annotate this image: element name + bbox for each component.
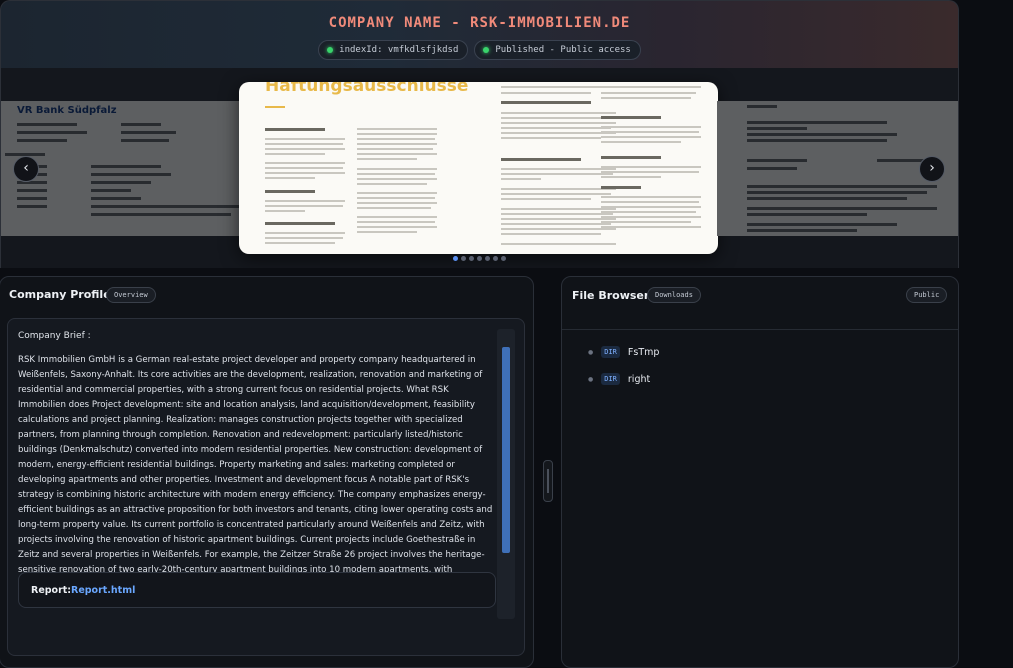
panel-resize-handle[interactable] bbox=[543, 460, 553, 502]
company-brief-card: Company Brief : RSK Immobilien GmbH is a… bbox=[7, 318, 525, 656]
carousel-dot[interactable] bbox=[493, 256, 498, 261]
file-browser-divider bbox=[562, 329, 958, 330]
report-box: Report: Report.html bbox=[18, 572, 496, 608]
document-heading: Haftungsausschlüsse bbox=[265, 82, 469, 96]
folder-icon: DIR bbox=[601, 373, 620, 385]
report-link[interactable]: Report.html bbox=[71, 585, 135, 596]
carousel-next-button[interactable]: › bbox=[919, 156, 945, 182]
tree-bullet-icon: ● bbox=[588, 348, 594, 356]
file-browser-title: File Browser bbox=[572, 289, 650, 302]
folder-icon: DIR bbox=[601, 346, 620, 358]
company-brief-label: Company Brief : bbox=[18, 331, 91, 341]
page-header: COMPANY NAME - RSK-IMMOBILIEN.DE indexId… bbox=[0, 0, 959, 69]
page-title: COMPANY NAME - RSK-IMMOBILIEN.DE bbox=[328, 15, 631, 31]
carousel-slide-prev[interactable]: VR Bank Südpfalz bbox=[1, 101, 261, 236]
downloads-tag: Downloads bbox=[647, 287, 701, 303]
public-badge: Public bbox=[906, 287, 948, 303]
carousel-dot[interactable] bbox=[477, 256, 482, 261]
carousel-dot[interactable] bbox=[461, 256, 466, 261]
company-profile-panel: Company Profile Overview Company Brief :… bbox=[0, 276, 534, 668]
file-browser-panel: File Browser Downloads Public ● DIR FsTm… bbox=[561, 276, 959, 668]
document-carousel: VR Bank Südpfalz Haftungsausschlüsse ‹ › bbox=[0, 68, 959, 268]
brief-scrollbar[interactable] bbox=[497, 329, 515, 619]
heading-rule bbox=[265, 106, 285, 108]
company-profile-title: Company Profile bbox=[9, 288, 111, 301]
header-pills: indexId: vmfkdlsfjkdsd Published - Publi… bbox=[1, 40, 958, 60]
carousel-prev-button[interactable]: ‹ bbox=[13, 156, 39, 182]
carousel-slide-active[interactable]: Haftungsausschlüsse bbox=[239, 82, 718, 254]
carousel-dot[interactable] bbox=[485, 256, 490, 261]
carousel-dot[interactable] bbox=[501, 256, 506, 261]
carousel-dot[interactable] bbox=[453, 256, 458, 261]
overview-tag: Overview bbox=[106, 287, 156, 303]
publish-status-text: Published - Public access bbox=[495, 45, 631, 55]
status-dot-icon bbox=[483, 47, 490, 53]
bank-name: VR Bank Südpfalz bbox=[17, 105, 117, 116]
folder-name: FsTmp bbox=[627, 346, 660, 358]
company-brief-text: RSK Immobilien GmbH is a German real-est… bbox=[18, 355, 493, 590]
folder-item-right[interactable]: ● DIR right bbox=[588, 373, 650, 385]
status-dot-icon bbox=[327, 47, 334, 53]
index-id-text: indexId: vmfkdlsfjkdsd bbox=[339, 45, 459, 55]
carousel-dot[interactable] bbox=[469, 256, 474, 261]
brief-scrollbar-thumb[interactable] bbox=[502, 347, 510, 553]
index-id-pill: indexId: vmfkdlsfjkdsd bbox=[318, 40, 469, 60]
folder-name: right bbox=[627, 373, 651, 385]
publish-status-pill: Published - Public access bbox=[474, 40, 641, 60]
tree-bullet-icon: ● bbox=[588, 375, 594, 383]
folder-item-fstmp[interactable]: ● DIR FsTmp bbox=[588, 346, 659, 358]
carousel-indicators bbox=[1, 256, 958, 261]
report-label: Report: bbox=[31, 585, 72, 596]
